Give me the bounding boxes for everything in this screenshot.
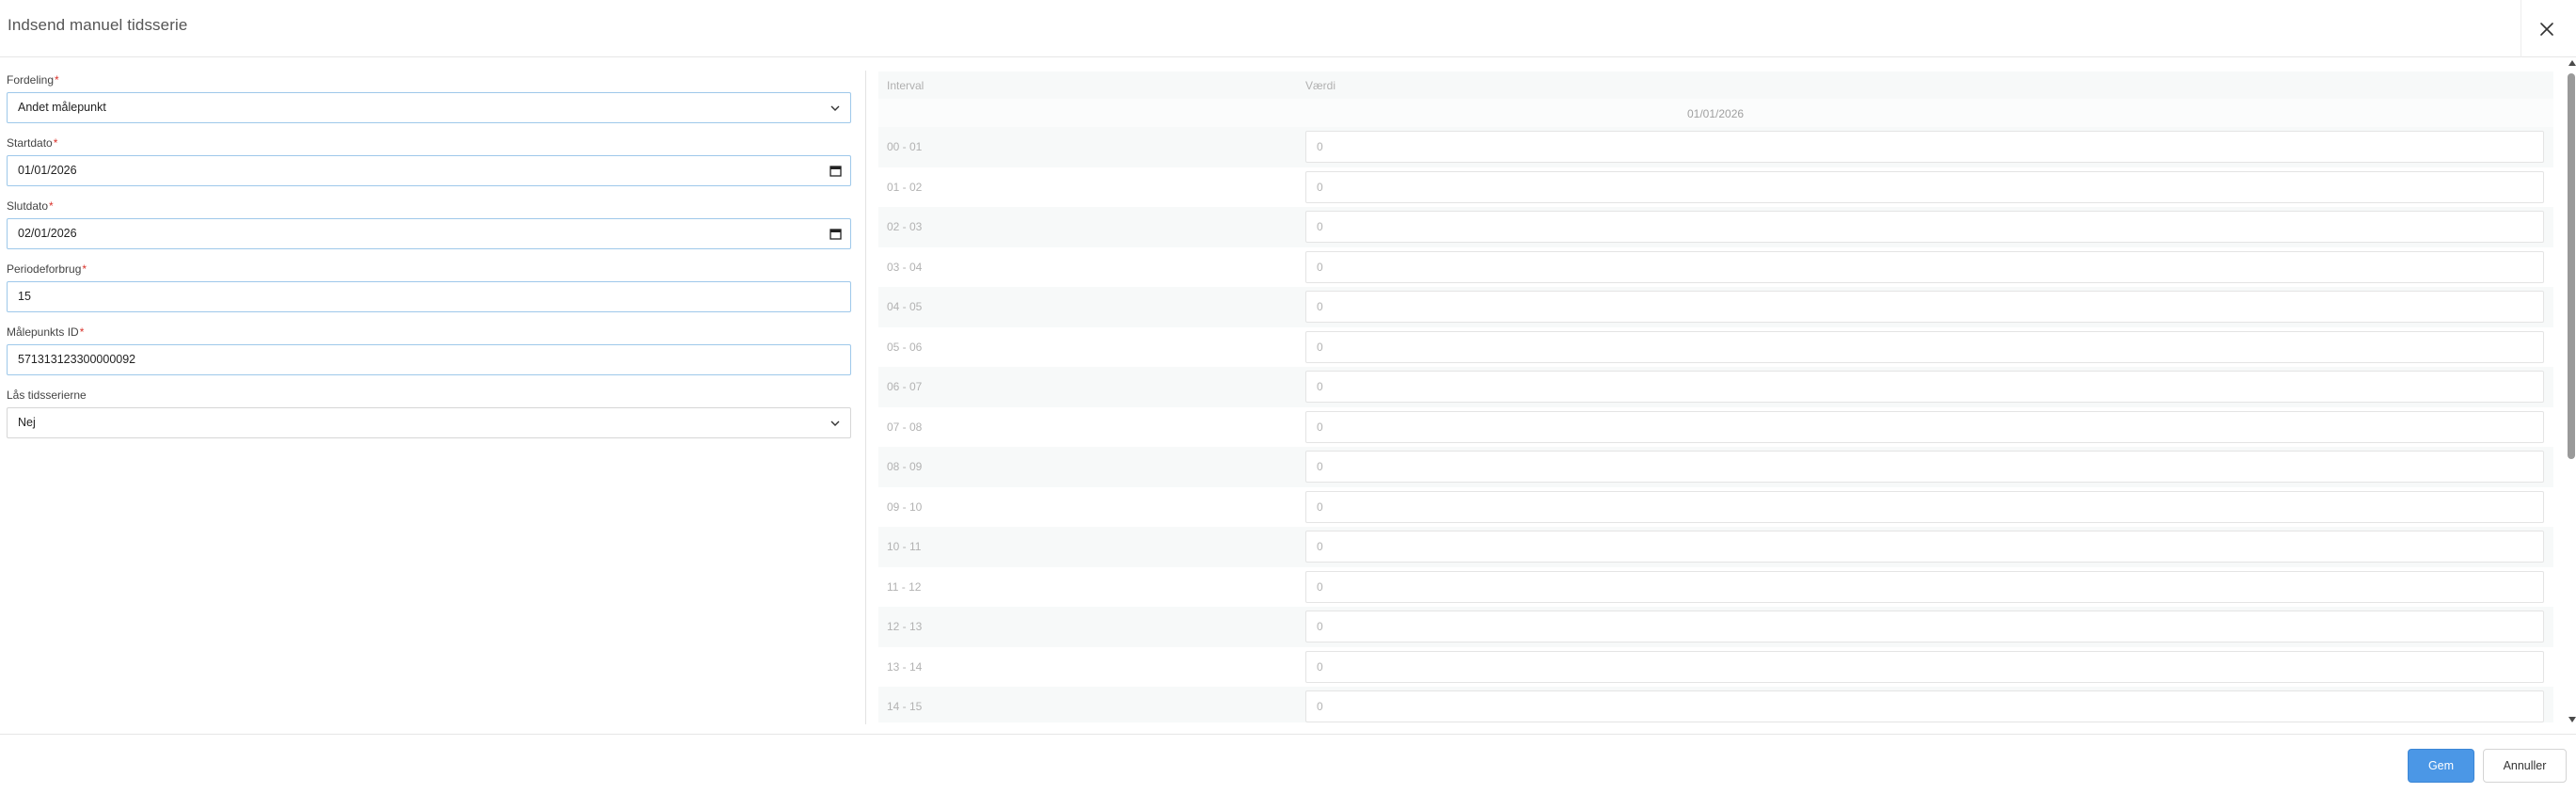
laas-label: Lås tidsserierne <box>7 389 87 402</box>
fordeling-field: Fordeling* Andet målepunkt <box>7 73 851 133</box>
periodeforbrug-label: Periodeforbrug <box>7 262 82 276</box>
interval-cell: 02 - 03 <box>887 220 923 233</box>
table-row: 09 - 10 0 <box>878 487 2553 528</box>
interval-cell: 01 - 02 <box>887 180 923 194</box>
value-input[interactable]: 0 <box>1305 250 2544 283</box>
interval-cell: 12 - 13 <box>887 620 923 633</box>
slutdato-value: 02/01/2026 <box>18 227 77 240</box>
interval-cell: 07 - 08 <box>887 420 923 434</box>
interval-cell: 13 - 14 <box>887 659 923 674</box>
close-icon <box>2540 23 2553 36</box>
value-input[interactable]: 0 <box>1305 650 2544 683</box>
date-header: 01/01/2026 <box>1687 107 1745 120</box>
startdato-field: Startdato* 01/01/2026 <box>7 136 851 196</box>
value-input[interactable]: 0 <box>1305 410 2544 443</box>
table-row: 05 - 06 0 <box>878 327 2553 368</box>
scroll-up-arrow-icon[interactable] <box>2568 60 2576 66</box>
required-mark: * <box>55 73 59 87</box>
interval-column-header: Interval <box>887 79 925 92</box>
scrollbar[interactable] <box>2568 60 2576 722</box>
value-input[interactable]: 0 <box>1305 570 2544 603</box>
required-mark: * <box>82 262 87 276</box>
value-input[interactable]: 0 <box>1305 371 2544 403</box>
save-button[interactable]: Gem <box>2408 749 2474 783</box>
fordeling-label: Fordeling <box>7 73 55 87</box>
interval-cell: 09 - 10 <box>887 500 923 514</box>
required-mark: * <box>49 199 54 213</box>
table-row: 10 - 11 0 <box>878 527 2553 567</box>
timeseries-form: Fordeling* Andet målepunkt Startdato* 01… <box>7 70 851 448</box>
table-row: 00 - 01 0 <box>878 127 2553 167</box>
laas-field: Lås tidsserierne Nej <box>7 389 851 448</box>
interval-cell: 06 - 07 <box>887 380 923 393</box>
value-input[interactable]: 0 <box>1305 690 2544 722</box>
value-input[interactable]: 0 <box>1305 131 2544 163</box>
periodeforbrug-value: 15 <box>18 290 31 303</box>
table-row: 07 - 08 0 <box>878 407 2553 448</box>
startdato-input[interactable]: 01/01/2026 <box>7 155 851 186</box>
fordeling-select[interactable]: Andet målepunkt <box>7 92 851 123</box>
required-mark: * <box>53 136 58 150</box>
table-row: 08 - 09 0 <box>878 447 2553 487</box>
startdato-value: 01/01/2026 <box>18 164 77 177</box>
vaerdi-column-header: Værdi <box>1305 79 1336 92</box>
maalepunkt-label: Målepunkts ID <box>7 325 79 339</box>
value-input[interactable]: 0 <box>1305 531 2544 563</box>
interval-cell: 03 - 04 <box>887 260 923 274</box>
table-row: 04 - 05 0 <box>878 287 2553 327</box>
interval-cell: 00 - 01 <box>887 140 923 153</box>
scrollbar-thumb[interactable] <box>2568 73 2575 459</box>
chevron-down-icon <box>830 420 840 426</box>
scroll-down-arrow-icon[interactable] <box>2568 717 2576 722</box>
slutdato-field: Slutdato* 02/01/2026 <box>7 199 851 259</box>
slutdato-label: Slutdato <box>7 199 49 213</box>
interval-cell: 11 - 12 <box>887 579 922 594</box>
interval-cell: 08 - 09 <box>887 460 923 473</box>
table-row: 12 - 13 0 <box>878 607 2553 647</box>
table-row: 02 - 03 0 <box>878 207 2553 247</box>
value-input[interactable]: 0 <box>1305 291 2544 323</box>
close-button[interactable] <box>2528 10 2566 48</box>
startdato-label: Startdato <box>7 136 53 150</box>
calendar-icon[interactable] <box>830 228 842 240</box>
table-row: 11 - 12 0 <box>878 567 2553 608</box>
value-input[interactable]: 0 <box>1305 211 2544 243</box>
value-input[interactable]: 0 <box>1305 611 2544 642</box>
value-input[interactable]: 0 <box>1305 451 2544 483</box>
cancel-button[interactable]: Annuller <box>2483 749 2567 783</box>
table-header: Interval Værdi <box>878 71 2553 99</box>
dialog-title: Indsend manuel tidsserie <box>8 16 188 34</box>
table-row: 14 - 15 0 <box>878 687 2553 722</box>
periodeforbrug-input[interactable]: 15 <box>7 281 851 312</box>
table-body: 00 - 01 0 01 - 02 0 02 - 03 0 03 - 04 0 04 - 05 0… <box>878 127 2553 722</box>
interval-cell: 14 - 15 <box>887 700 923 713</box>
interval-cell: 04 - 05 <box>887 300 923 313</box>
required-mark: * <box>79 325 85 339</box>
value-input[interactable]: 0 <box>1305 330 2544 363</box>
interval-cell: 10 - 11 <box>887 540 922 553</box>
periodeforbrug-field: Periodeforbrug* 15 <box>7 262 851 322</box>
value-input[interactable]: 0 <box>1305 490 2544 523</box>
chevron-down-icon <box>830 105 840 111</box>
table-row: 01 - 02 0 <box>878 167 2553 208</box>
maalepunkt-value: 571313123300000092 <box>18 353 136 366</box>
calendar-icon[interactable] <box>830 165 842 177</box>
table-row: 06 - 07 0 <box>878 367 2553 407</box>
slutdato-input[interactable]: 02/01/2026 <box>7 218 851 249</box>
table-row: 13 - 14 0 <box>878 647 2553 688</box>
value-input[interactable]: 0 <box>1305 170 2544 203</box>
timeseries-table: Interval Værdi 01/01/2026 00 - 01 0 01 - 0… <box>878 71 2553 722</box>
dialog-header: Indsend manuel tidsserie <box>0 0 2576 57</box>
interval-cell: 05 - 06 <box>887 340 923 354</box>
date-header-row: 01/01/2026 <box>878 99 2553 127</box>
fordeling-value: Andet målepunkt <box>18 101 106 114</box>
panel-divider <box>865 71 866 724</box>
maalepunkt-field: Målepunkts ID* 571313123300000092 <box>7 325 851 385</box>
laas-value: Nej <box>18 416 36 429</box>
maalepunkt-input[interactable]: 571313123300000092 <box>7 344 851 375</box>
table-row: 03 - 04 0 <box>878 247 2553 288</box>
laas-select[interactable]: Nej <box>7 407 851 438</box>
dialog-footer: Gem Annuller <box>0 734 2576 793</box>
